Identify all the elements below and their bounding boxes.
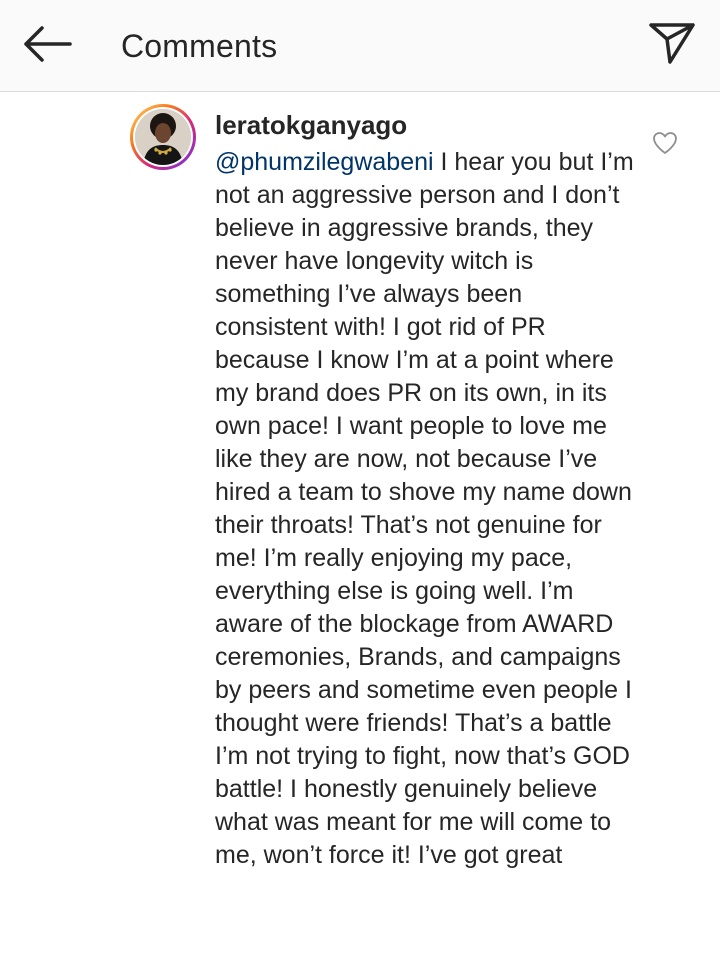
arrow-left-icon [22,25,72,67]
avatar[interactable] [130,104,196,170]
comment-item: leratokganyago @phumzilegwabeni I hear y… [0,92,720,962]
back-button[interactable] [16,20,78,72]
comment-text: @phumzilegwabeni I hear you but I’m not … [215,146,635,872]
comment-message: I hear you but I’m not an aggressive per… [215,148,634,869]
comment-username[interactable]: leratokganyago [215,110,635,140]
heart-outline-icon [652,131,678,160]
like-button[interactable] [650,131,680,160]
paper-plane-icon [648,21,696,70]
page-title: Comments [121,28,278,64]
avatar-photo [135,109,191,165]
mention-link[interactable]: @phumzilegwabeni [215,148,434,176]
top-bar: Comments [0,0,720,92]
comment-body: leratokganyago @phumzilegwabeni I hear y… [215,110,635,872]
share-button[interactable] [640,16,704,74]
